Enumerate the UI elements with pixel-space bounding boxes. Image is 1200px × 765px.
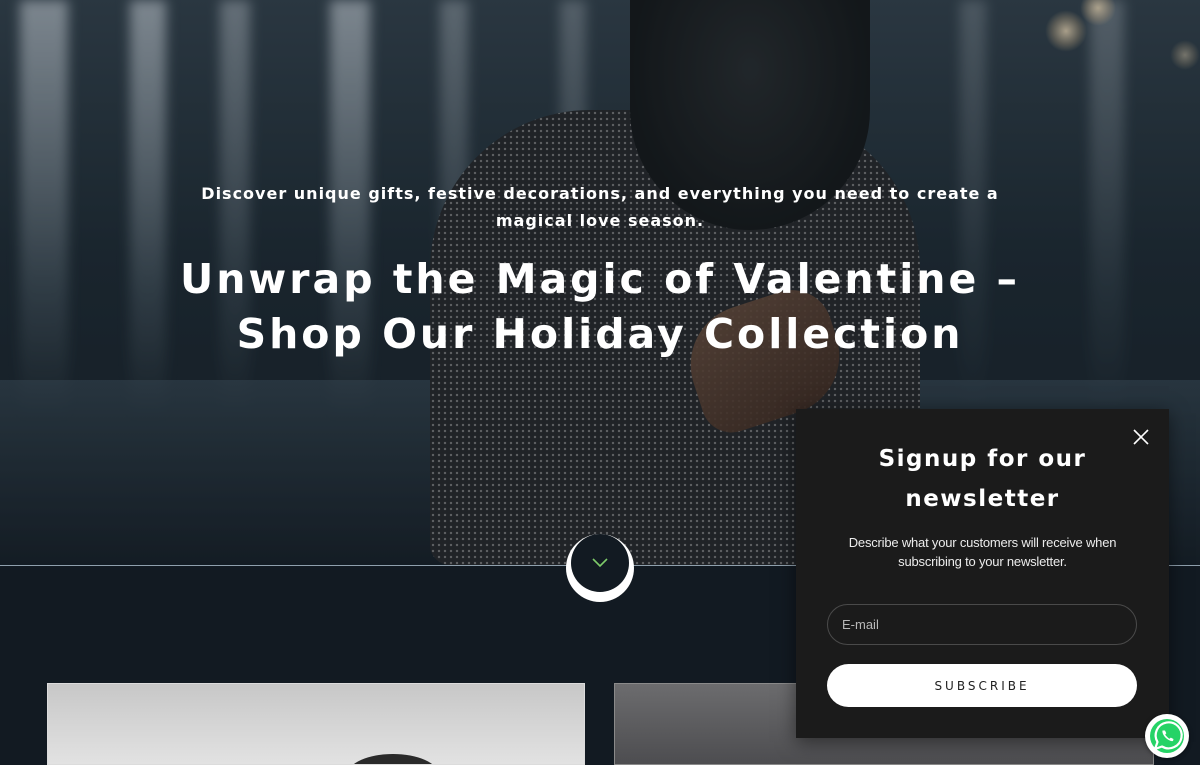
page: Discover unique gifts, festive decoratio…: [0, 0, 1200, 765]
newsletter-description: Describe what your customers will receiv…: [848, 535, 1117, 569]
product-card-image-left[interactable]: [47, 683, 585, 765]
newsletter-popup: Signup for our newsletter Describe what …: [796, 409, 1169, 738]
hero-title: Unwrap the Magic of Valentine – Shop Our…: [179, 255, 1021, 358]
whatsapp-button[interactable]: [1145, 714, 1189, 758]
subscribe-button[interactable]: SUBSCRIBE: [827, 664, 1137, 707]
scroll-down-button[interactable]: [566, 534, 634, 602]
hero-subtitle: Discover unique gifts, festive decoratio…: [201, 184, 999, 230]
whatsapp-icon: [1150, 719, 1184, 753]
newsletter-title: Signup for our newsletter: [878, 446, 1087, 512]
scroll-down-button-inner: [571, 534, 629, 592]
chevron-down-icon: [592, 558, 608, 568]
close-icon[interactable]: [1130, 426, 1152, 448]
email-field[interactable]: [827, 604, 1137, 645]
